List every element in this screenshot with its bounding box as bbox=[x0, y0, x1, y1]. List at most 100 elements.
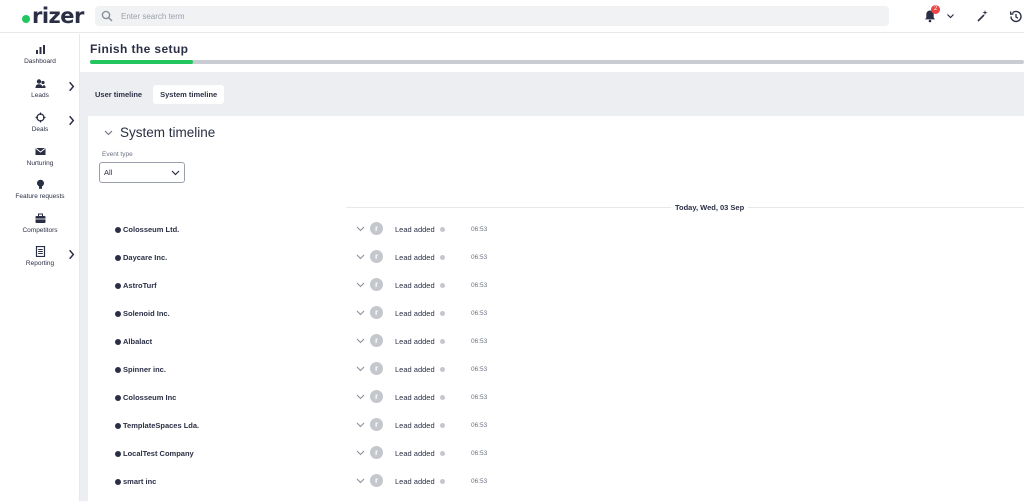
timeline-header[interactable]: System timeline bbox=[104, 125, 215, 140]
row-bullet bbox=[115, 367, 121, 373]
chevron-down-icon bbox=[171, 170, 180, 176]
event-status-dot bbox=[440, 339, 445, 344]
sidebar-item-dashboard[interactable]: Dashboard bbox=[0, 44, 80, 74]
search-input[interactable]: Enter search term bbox=[121, 12, 185, 21]
timeline-row[interactable]: Daycare Inc. r Lead added 06:53 bbox=[88, 250, 1024, 280]
event-label: Lead added bbox=[395, 477, 435, 486]
chevron-down-icon[interactable] bbox=[356, 338, 365, 344]
timeline-panel: System timeline Event type All Today, We… bbox=[88, 116, 1024, 501]
event-type-select[interactable]: All bbox=[99, 162, 185, 183]
sidebar-label-deals: Deals bbox=[31, 126, 49, 133]
briefcase-icon bbox=[35, 213, 45, 223]
lead-name-link[interactable]: smart inc bbox=[123, 477, 156, 486]
chevron-down-icon[interactable] bbox=[356, 422, 365, 428]
sidebar-item-feature-requests[interactable]: Feature requests bbox=[0, 179, 80, 209]
top-bar: rizer Enter search term 2 bbox=[0, 0, 1024, 33]
timeline-row[interactable]: Colosseum Inc r Lead added 06:53 bbox=[88, 390, 1024, 420]
bar-chart-icon bbox=[35, 45, 45, 54]
setup-progress-fill bbox=[90, 60, 193, 64]
sidebar-label-feature-requests: Feature requests bbox=[15, 193, 65, 200]
row-bullet bbox=[115, 395, 121, 401]
sidebar-label-leads: Leads bbox=[31, 92, 49, 99]
event-status-dot bbox=[440, 283, 445, 288]
event-status-dot bbox=[440, 367, 445, 372]
chevron-down-icon[interactable] bbox=[946, 12, 955, 20]
event-label: Lead added bbox=[395, 337, 435, 346]
chevron-down-icon[interactable] bbox=[356, 254, 365, 260]
sidebar-item-deals[interactable]: Deals bbox=[0, 112, 80, 142]
lead-name-link[interactable]: AstroTurf bbox=[123, 281, 157, 290]
chevron-down-icon[interactable] bbox=[104, 130, 113, 136]
event-time: 06:53 bbox=[471, 338, 488, 345]
event-time: 06:53 bbox=[471, 282, 488, 289]
event-label: Lead added bbox=[395, 225, 435, 234]
sidebar-label-competitors: Competitors bbox=[22, 227, 58, 234]
event-label: Lead added bbox=[395, 421, 435, 430]
event-status-dot bbox=[440, 479, 445, 484]
chevron-down-icon[interactable] bbox=[356, 450, 365, 456]
event-label: Lead added bbox=[395, 309, 435, 318]
event-time: 06:53 bbox=[471, 254, 488, 261]
sidebar-item-leads[interactable]: Leads bbox=[0, 78, 80, 108]
chevron-down-icon[interactable] bbox=[356, 282, 365, 288]
chevron-down-icon[interactable] bbox=[356, 366, 365, 372]
tab-system-timeline[interactable]: System timeline bbox=[153, 84, 225, 104]
lead-name-link[interactable]: Colosseum Inc bbox=[123, 393, 176, 402]
history-icon[interactable] bbox=[1008, 9, 1023, 24]
lead-name-link[interactable]: Albalact bbox=[123, 337, 152, 346]
sidebar-label-nurturing: Nurturing bbox=[26, 160, 54, 167]
chevron-down-icon[interactable] bbox=[356, 394, 365, 400]
timeline-row[interactable]: Solenoid Inc. r Lead added 06:53 bbox=[88, 306, 1024, 336]
setup-banner[interactable]: Finish the setup bbox=[80, 34, 1024, 72]
row-bullet bbox=[115, 283, 121, 289]
sidebar-label-reporting: Reporting bbox=[25, 260, 55, 267]
timeline-row[interactable]: Albalact r Lead added 06:53 bbox=[88, 334, 1024, 364]
chevron-right-icon[interactable] bbox=[66, 81, 77, 92]
row-bullet bbox=[115, 255, 121, 261]
user-avatar: r bbox=[370, 418, 383, 431]
lead-name-link[interactable]: Daycare Inc. bbox=[123, 253, 167, 262]
event-time: 06:53 bbox=[471, 310, 488, 317]
timeline-row[interactable]: Colosseum Ltd. r Lead added 06:53 bbox=[88, 222, 1024, 252]
event-label: Lead added bbox=[395, 449, 435, 458]
chevron-right-icon[interactable] bbox=[66, 115, 77, 126]
app-logo[interactable]: rizer bbox=[22, 4, 84, 28]
lead-name-link[interactable]: TemplateSpaces Lda. bbox=[123, 421, 199, 430]
lead-name-link[interactable]: Colosseum Ltd. bbox=[123, 225, 179, 234]
chevron-down-icon[interactable] bbox=[356, 310, 365, 316]
timeline-row[interactable]: AstroTurf r Lead added 06:53 bbox=[88, 278, 1024, 308]
user-avatar: r bbox=[370, 474, 383, 487]
user-avatar: r bbox=[370, 222, 383, 235]
event-type-label: Event type bbox=[102, 151, 133, 158]
event-time: 06:53 bbox=[471, 450, 488, 457]
event-label: Lead added bbox=[395, 365, 435, 374]
sidebar-item-nurturing[interactable]: Nurturing bbox=[0, 146, 80, 176]
timeline-row[interactable]: smart inc r Lead added 06:53 bbox=[88, 474, 1024, 504]
event-status-dot bbox=[440, 451, 445, 456]
timeline-row[interactable]: TemplateSpaces Lda. r Lead added 06:53 bbox=[88, 418, 1024, 448]
row-bullet bbox=[115, 339, 121, 345]
chevron-down-icon[interactable] bbox=[356, 478, 365, 484]
sidebar-item-reporting[interactable]: Reporting bbox=[0, 246, 80, 276]
timeline-row[interactable]: Spinner inc. r Lead added 06:53 bbox=[88, 362, 1024, 392]
sidebar-item-competitors[interactable]: Competitors bbox=[0, 213, 80, 243]
user-avatar: r bbox=[370, 278, 383, 291]
timeline-row[interactable]: LocalTest Company r Lead added 06:53 bbox=[88, 446, 1024, 476]
chevron-right-icon[interactable] bbox=[66, 249, 77, 260]
user-avatar: r bbox=[370, 250, 383, 263]
lead-name-link[interactable]: Spinner inc. bbox=[123, 365, 166, 374]
chevron-down-icon[interactable] bbox=[356, 226, 365, 232]
lead-name-link[interactable]: LocalTest Company bbox=[123, 449, 194, 458]
magic-wand-icon[interactable] bbox=[975, 9, 989, 23]
user-avatar: r bbox=[370, 306, 383, 319]
event-status-dot bbox=[440, 311, 445, 316]
event-time: 06:53 bbox=[471, 226, 488, 233]
lead-name-link[interactable]: Solenoid Inc. bbox=[123, 309, 170, 318]
lightbulb-icon bbox=[36, 179, 44, 189]
search-icon bbox=[101, 10, 113, 22]
tab-user-timeline[interactable]: User timeline bbox=[88, 85, 149, 104]
user-avatar: r bbox=[370, 334, 383, 347]
row-bullet bbox=[115, 311, 121, 317]
search-bar[interactable]: Enter search term bbox=[95, 6, 889, 26]
event-type-value: All bbox=[104, 168, 113, 177]
